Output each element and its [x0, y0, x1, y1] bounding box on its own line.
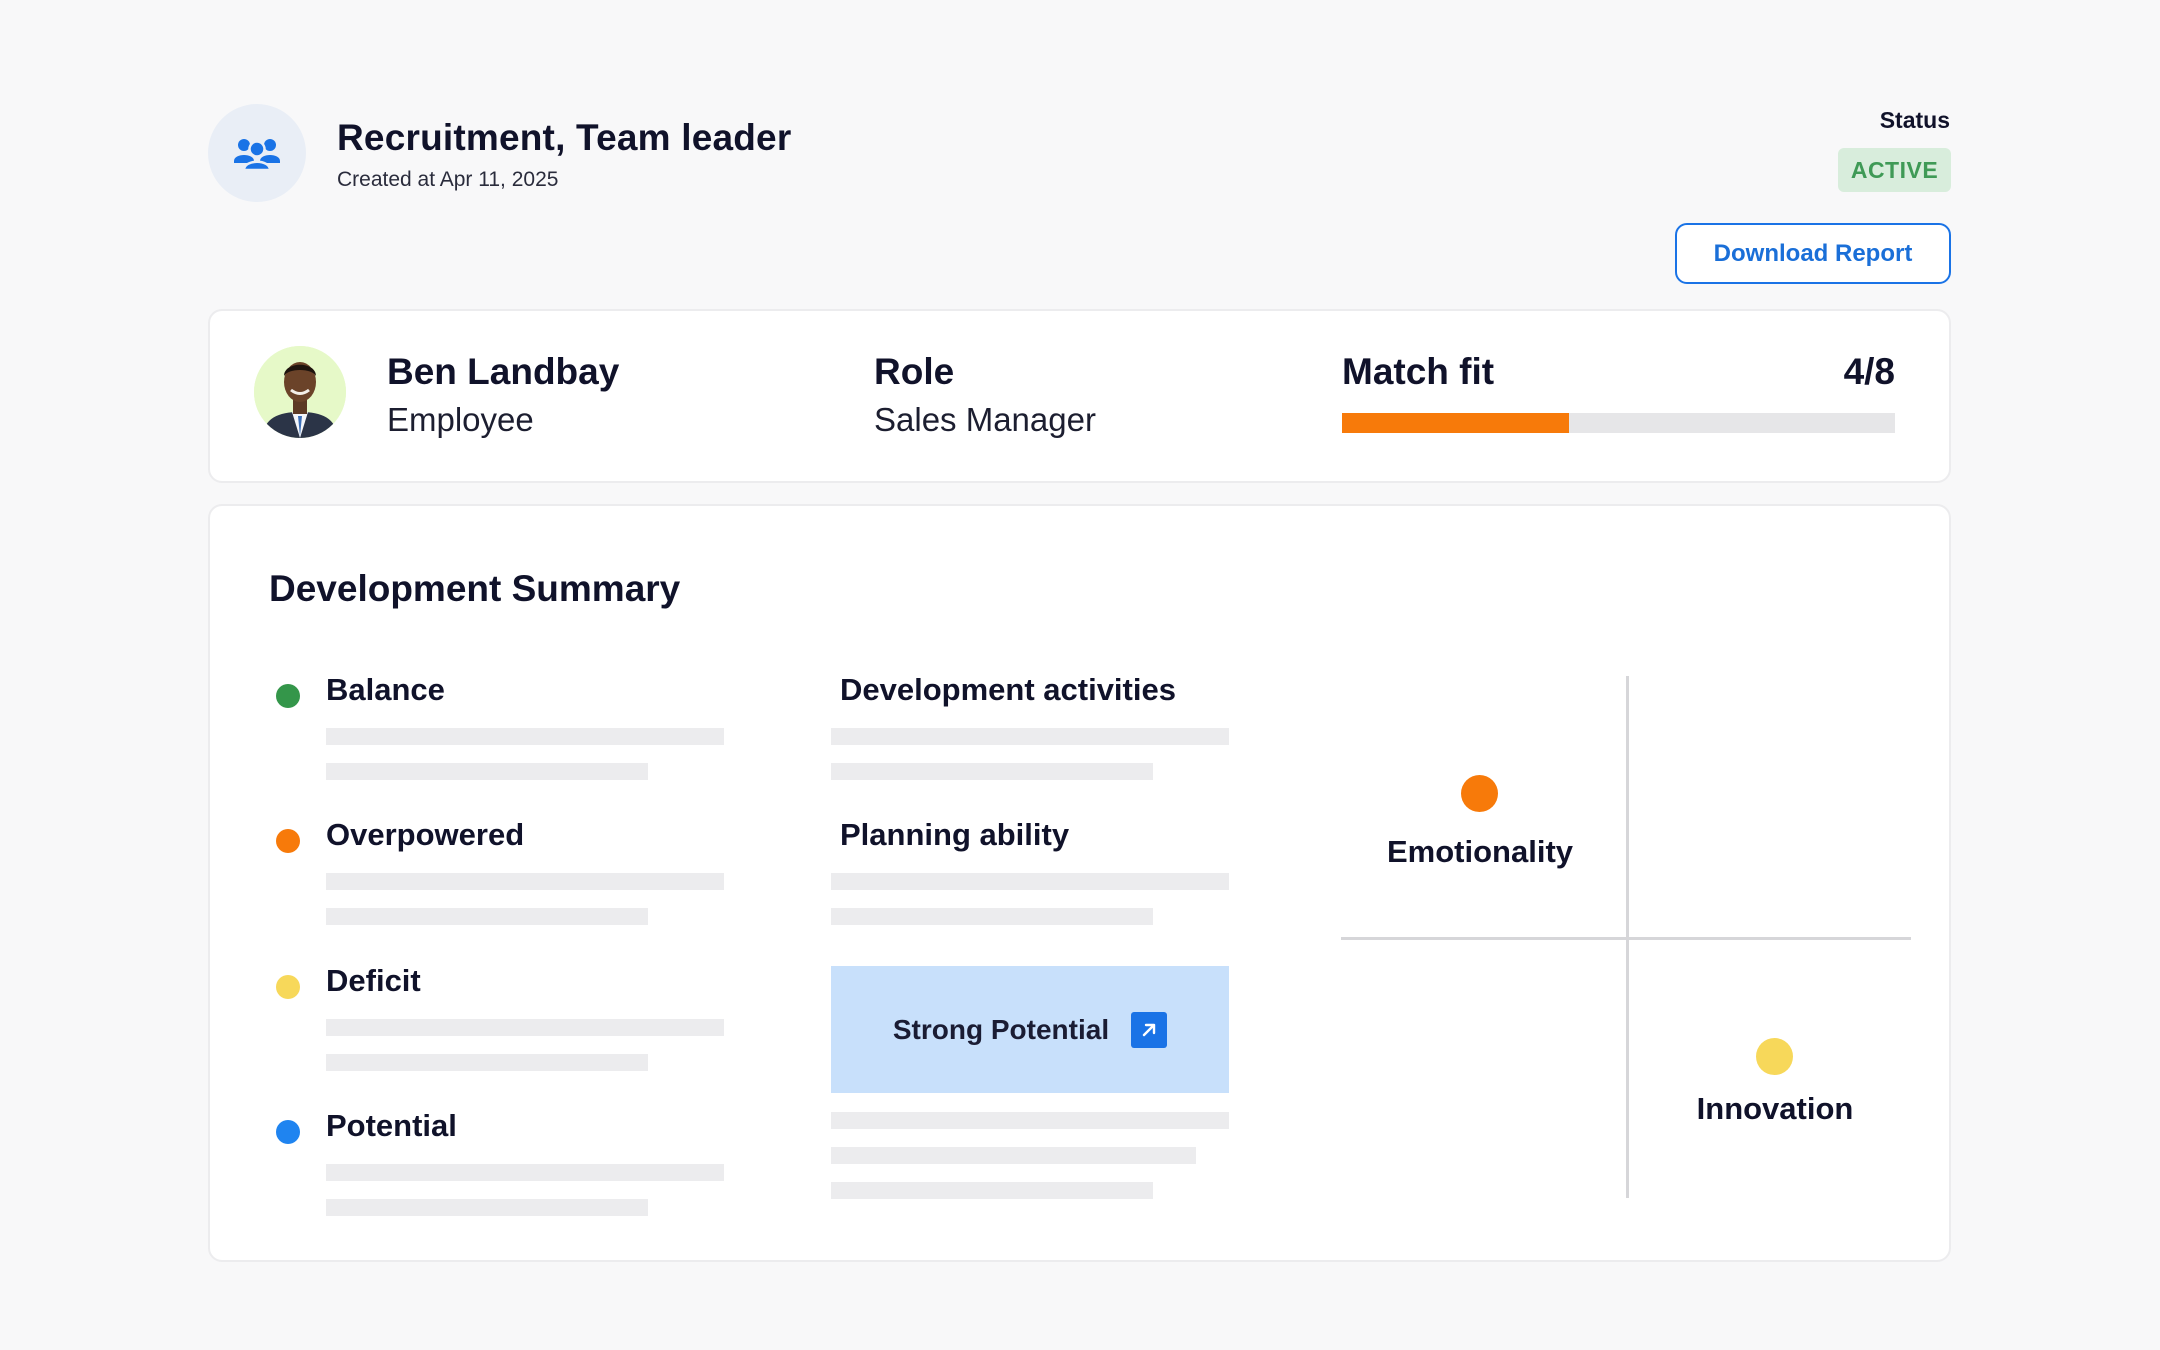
orange-dot-icon	[1461, 775, 1498, 812]
legend-item-deficit: Deficit	[210, 961, 810, 1081]
report-page: Recruitment, Team leader Created at Apr …	[0, 0, 2160, 1350]
yellow-dot-icon	[1756, 1038, 1793, 1075]
page-title: Recruitment, Team leader	[337, 117, 792, 158]
candidate-type: Employee	[387, 401, 534, 438]
placeholder-line	[326, 1019, 724, 1036]
match-fit-label: Match fit	[1342, 351, 1495, 392]
download-report-button[interactable]: Download Report	[1675, 223, 1951, 284]
green-dot-icon	[276, 684, 300, 708]
section-title: Development Summary	[269, 568, 681, 609]
orange-dot-icon	[276, 829, 300, 853]
role-value: Sales Manager	[874, 401, 1096, 438]
legend-item-potential: Potential	[210, 1106, 810, 1226]
match-fit-fill	[1342, 413, 1569, 433]
activity-development: Development activities	[830, 670, 1250, 790]
status-badge: ACTIVE	[1838, 148, 1951, 192]
quadrant-label-emotionality: Emotionality	[1386, 834, 1574, 869]
placeholder-line	[326, 873, 724, 890]
activity-label: Development activities	[840, 672, 1176, 707]
quadrant-label-innovation: Innovation	[1696, 1091, 1854, 1126]
placeholder-line	[831, 908, 1153, 925]
team-icon	[208, 104, 306, 202]
blue-dot-icon	[276, 1120, 300, 1144]
legend-label: Potential	[326, 1108, 457, 1143]
status-label: Status	[1879, 107, 1950, 133]
placeholder-line	[831, 763, 1153, 780]
legend-label: Deficit	[326, 963, 421, 998]
yellow-dot-icon	[276, 975, 300, 999]
placeholder-line	[831, 728, 1229, 745]
placeholder-line	[326, 1164, 724, 1181]
candidate-card: Ben Landbay Employee Role Sales Manager …	[208, 309, 1951, 483]
strong-potential-label: Strong Potential	[892, 1013, 1110, 1045]
legend-label: Balance	[326, 672, 445, 707]
match-fit-score: 4/8	[1843, 351, 1895, 392]
placeholder-line	[326, 728, 724, 745]
placeholder-line	[326, 1199, 648, 1216]
placeholder-line	[326, 1054, 648, 1071]
strong-potential-button[interactable]: Strong Potential	[831, 966, 1229, 1093]
legend-label: Overpowered	[326, 817, 525, 852]
placeholder-line	[831, 1112, 1229, 1129]
legend-item-balance: Balance	[210, 670, 810, 790]
placeholder-line	[831, 1147, 1196, 1164]
created-date: Created at Apr 11, 2025	[337, 168, 559, 191]
avatar	[254, 346, 346, 438]
placeholder-line	[326, 763, 648, 780]
placeholder-line	[831, 1182, 1153, 1199]
candidate-name: Ben Landbay	[387, 351, 620, 392]
placeholder-line	[831, 873, 1229, 890]
placeholder-line	[326, 908, 648, 925]
activity-planning: Planning ability	[830, 815, 1250, 935]
role-label: Role	[874, 351, 955, 392]
activity-label: Planning ability	[840, 817, 1070, 852]
external-link-icon	[1131, 1011, 1168, 1048]
legend-item-overpowered: Overpowered	[210, 815, 810, 935]
quadrant-horizontal-axis	[1341, 937, 1911, 940]
development-summary-card: Development Summary Balance Overpowered …	[208, 504, 1951, 1262]
match-fit-bar	[1342, 413, 1895, 433]
